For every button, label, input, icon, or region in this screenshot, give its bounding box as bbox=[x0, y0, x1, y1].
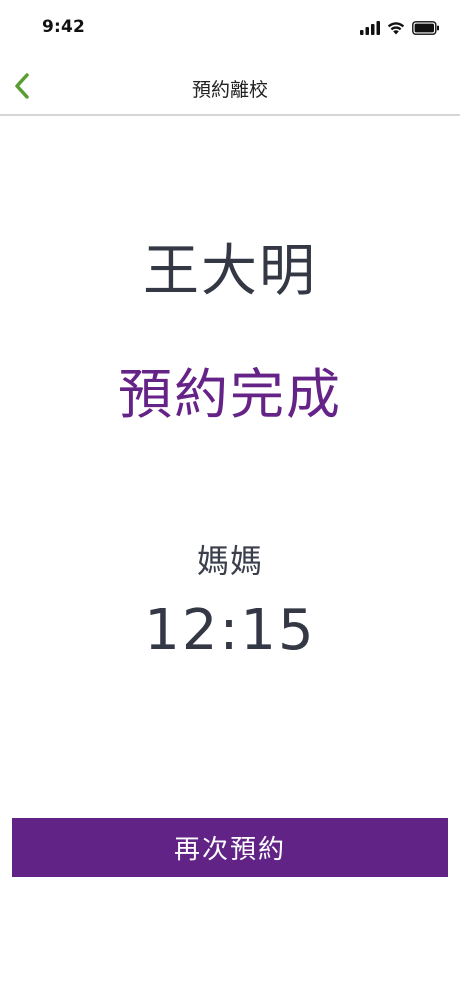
battery-icon bbox=[412, 21, 440, 35]
cellular-signal-icon bbox=[360, 21, 380, 35]
student-name: 王大明 bbox=[143, 239, 317, 304]
status-time: 9:42 bbox=[42, 17, 86, 37]
status-icons bbox=[360, 19, 440, 37]
page-title: 預約離校 bbox=[191, 79, 268, 101]
navigation-bar: 預約離校 bbox=[0, 58, 460, 116]
rebook-button[interactable]: 再次預約 bbox=[12, 818, 448, 877]
pickup-person: 媽媽 bbox=[196, 542, 263, 580]
wifi-icon bbox=[387, 21, 405, 35]
pickup-time: 12:15 bbox=[144, 598, 316, 663]
status-bar: 9:42 bbox=[0, 0, 460, 58]
booking-status-message: 預約完成 bbox=[118, 363, 342, 426]
